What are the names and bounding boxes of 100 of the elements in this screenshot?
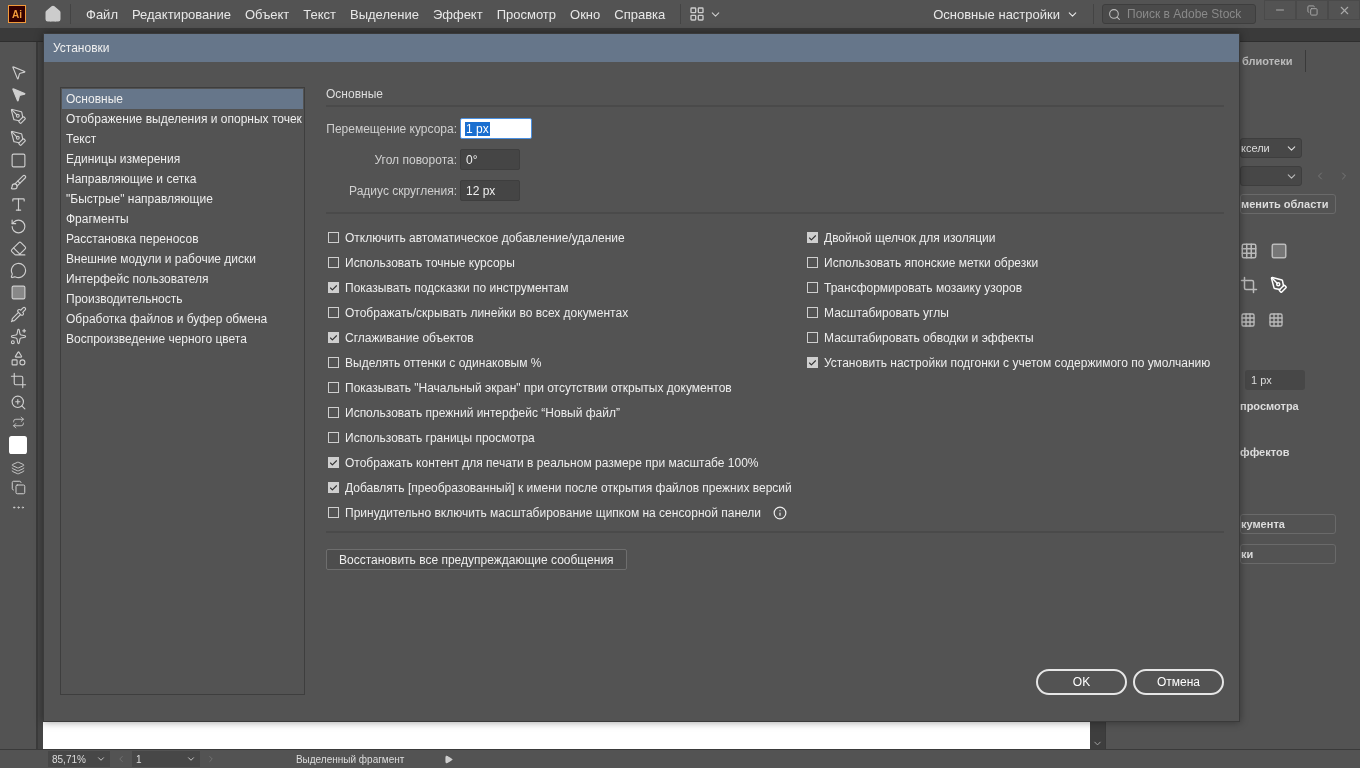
field-label: Радиус скругления: [348, 183, 457, 198]
type-icon[interactable] [9, 196, 27, 213]
category-item[interactable]: Отображение выделения и опорных точек [62, 109, 303, 129]
checkbox[interactable] [807, 232, 818, 243]
option-label: Использовать границы просмотра [345, 430, 535, 445]
swap-icon[interactable] [11, 416, 25, 429]
menu-item[interactable]: Текст [296, 6, 343, 22]
stroke-field[interactable]: 1 px [1245, 370, 1305, 390]
checkbox[interactable] [328, 382, 339, 393]
option-label: просмотра [1240, 400, 1300, 412]
eraser-icon[interactable] [9, 240, 27, 257]
artboard-field[interactable]: 1 [131, 751, 200, 767]
checkbox[interactable] [807, 282, 818, 293]
workspace-dropdown[interactable]: Основные настройки [927, 6, 1085, 22]
checkbox[interactable] [807, 332, 818, 343]
zoom-field[interactable]: 85,71% [48, 751, 110, 767]
option-label: Отключить автоматическое добавление/удаление [345, 230, 625, 245]
checkbox[interactable] [328, 257, 339, 268]
option-label: Масштабировать обводки и эффекты [824, 330, 1034, 345]
checkbox[interactable] [328, 407, 339, 418]
chevron-icon[interactable] [185, 754, 196, 764]
option-label: Сглаживание объектов [345, 330, 474, 345]
fill-swatch-icon[interactable] [7, 434, 29, 456]
info-icon[interactable] [773, 505, 787, 520]
checkbox[interactable] [328, 507, 339, 518]
option-label: Добавлять [преобразованный] к имени после открытия файлов прежних версий [345, 480, 792, 495]
checkbox[interactable] [328, 232, 339, 243]
menu-item[interactable]: Редактирование [124, 6, 238, 22]
gradient-icon[interactable] [9, 284, 27, 301]
field-label: Перемещение курсора: [326, 121, 457, 136]
curvature-pen-icon[interactable] [9, 130, 27, 147]
option-label: Установить настройки подгонки с учетом содержимого по умолчанию [824, 355, 1211, 370]
preferences-button[interactable]: ки [1240, 544, 1336, 564]
option-label: Принудительно включить масштабирование щипком на сенсорной панели [345, 505, 761, 520]
category-item[interactable]: Внешние модули и рабочие диски [62, 249, 303, 269]
checkbox[interactable] [328, 332, 339, 343]
category-item[interactable]: Основные [62, 89, 303, 109]
option-label: Показывать "Начальный экран" при отсутствии открытых документов [345, 380, 732, 395]
menu-item[interactable]: Выделение [343, 6, 426, 22]
category-item[interactable]: Расстановка переносов [62, 229, 303, 249]
option-label: Использовать японские метки обрезки [824, 255, 1039, 270]
ok-button[interactable]: OK [1036, 669, 1127, 695]
checkbox[interactable] [328, 307, 339, 318]
grid-icon[interactable] [1240, 242, 1258, 260]
category-item[interactable]: Воспроизведение черного цвета [62, 329, 303, 349]
brush-icon[interactable] [9, 174, 27, 191]
selection-arrow-icon[interactable] [9, 64, 27, 81]
category-item[interactable]: Текст [62, 129, 303, 149]
menu-item[interactable]: Файл [79, 6, 125, 22]
restore-icon[interactable] [1306, 4, 1318, 16]
zoom-icon[interactable] [9, 394, 27, 411]
document-button[interactable]: кумента [1240, 514, 1336, 534]
menu-item[interactable]: Окно [563, 6, 608, 22]
option-label: Двойной щелчок для изоляции [824, 230, 996, 245]
category-item[interactable]: Производительность [62, 289, 303, 309]
units-dropdown[interactable]: ксели [1240, 138, 1302, 158]
menu-item[interactable]: Эффект [425, 6, 490, 22]
artboards-button[interactable]: менить области [1240, 194, 1336, 214]
category-item[interactable]: Направляющие и сетка [62, 169, 303, 189]
menu-item[interactable]: Справка [607, 6, 673, 22]
search-icon[interactable] [1108, 7, 1121, 21]
checkbox[interactable] [807, 257, 818, 268]
rotate-icon[interactable] [9, 218, 27, 235]
checkbox[interactable] [807, 357, 818, 368]
chevron-icon[interactable] [95, 754, 106, 764]
option-label: Отображать контент для печати в реальном размере при масштабе 100% [345, 455, 759, 470]
play-icon[interactable] [444, 754, 454, 764]
checkbox[interactable] [328, 357, 339, 368]
category-item[interactable]: Фрагменты [62, 209, 303, 229]
checkbox[interactable] [328, 282, 339, 293]
reset-warnings-button[interactable]: Восстановить все предупреждающие сообщения [326, 549, 627, 570]
home-icon[interactable] [44, 5, 62, 23]
checkbox[interactable] [807, 307, 818, 318]
search-field[interactable]: Поиск в Adobe Stock [1102, 4, 1256, 24]
option-label: Показывать подсказки по инструментам [345, 280, 569, 295]
dialog-title: Установки [44, 34, 1239, 62]
pen-icon[interactable] [9, 108, 27, 125]
option-label: Выделять оттенки с одинаковым % [345, 355, 542, 370]
close-button[interactable] [1328, 0, 1360, 20]
menu-item[interactable]: Просмотр [489, 6, 564, 22]
checkbox[interactable] [328, 482, 339, 493]
eyedropper-icon[interactable] [9, 306, 27, 323]
value-field[interactable]: 12 px [460, 180, 520, 201]
checkbox[interactable] [328, 432, 339, 443]
option-label: Использовать прежний интерфейс “Новый файл” [345, 405, 620, 420]
cancel-button[interactable]: Отмена [1133, 669, 1224, 695]
category-item[interactable]: "Быстрые" направляющие [62, 189, 303, 209]
direct-selection-arrow-icon[interactable] [9, 86, 27, 103]
rectangle-icon[interactable] [9, 152, 27, 169]
layout-icon[interactable] [689, 6, 706, 22]
category-item[interactable]: Интерфейс пользователя [62, 269, 303, 289]
checkbox[interactable] [328, 457, 339, 468]
value-field[interactable]: 1 px [460, 118, 532, 139]
category-item[interactable]: Обработка файлов и буфер обмена [62, 309, 303, 329]
value-field[interactable]: 0° [460, 149, 520, 170]
category-item[interactable]: Единицы измерения [62, 149, 303, 169]
scrollbar[interactable] [1090, 721, 1105, 749]
menu-item[interactable]: Объект [238, 6, 297, 22]
section-title: Основные [326, 87, 1224, 107]
app-logo[interactable]: Ai [8, 5, 26, 23]
